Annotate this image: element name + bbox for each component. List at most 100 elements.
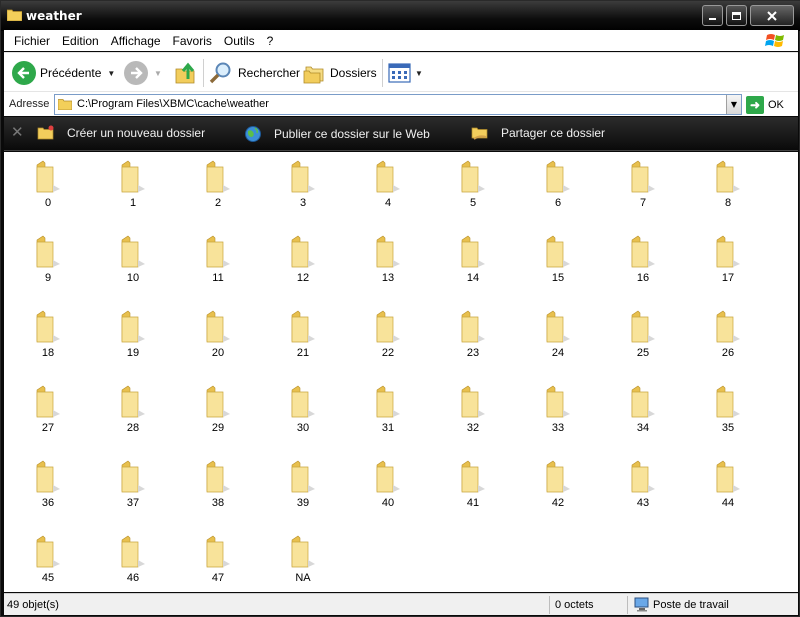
- folder-item[interactable]: 28: [103, 382, 163, 442]
- folder-item[interactable]: 8: [698, 157, 758, 217]
- folder-item[interactable]: 46: [103, 532, 163, 592]
- folder-item[interactable]: 6: [528, 157, 588, 217]
- folder-item[interactable]: 0: [18, 157, 78, 217]
- maximize-button[interactable]: [726, 5, 747, 26]
- folder-item[interactable]: 36: [18, 457, 78, 517]
- menu-affichage[interactable]: Affichage: [107, 34, 169, 48]
- menu-help[interactable]: ?: [263, 34, 282, 48]
- folder-item[interactable]: 25: [613, 307, 673, 367]
- title-bar[interactable]: weather: [1, 1, 800, 31]
- folder-tasks-bar: ✕ Créer un nouveau dossier Publier ce do…: [4, 117, 798, 151]
- folder-item[interactable]: 35: [698, 382, 758, 442]
- close-tasks-icon[interactable]: ✕: [11, 123, 24, 141]
- folder-item[interactable]: 22: [358, 307, 418, 367]
- address-value[interactable]: C:\Program Files\XBMC\cache\weather: [77, 98, 269, 110]
- folder-icon: [36, 235, 60, 268]
- folder-item[interactable]: 43: [613, 457, 673, 517]
- up-folder-button[interactable]: [174, 59, 198, 87]
- folders-button[interactable]: Dossiers: [302, 59, 377, 87]
- address-field[interactable]: C:\Program Files\XBMC\cache\weather ▼: [54, 94, 742, 115]
- folder-item[interactable]: 40: [358, 457, 418, 517]
- folder-item[interactable]: 45: [18, 532, 78, 592]
- folder-item[interactable]: 16: [613, 232, 673, 292]
- menu-fichier[interactable]: Fichier: [10, 34, 58, 48]
- folder-icon: [121, 310, 145, 343]
- close-button[interactable]: [750, 5, 794, 26]
- computer-icon: [634, 597, 649, 612]
- folder-icon: [121, 160, 145, 193]
- folder-label: 20: [211, 347, 225, 359]
- folder-icon: [461, 235, 485, 268]
- views-button[interactable]: ▼: [388, 59, 423, 87]
- folder-item[interactable]: NA: [273, 532, 333, 592]
- folder-item[interactable]: 30: [273, 382, 333, 442]
- folder-item[interactable]: 29: [188, 382, 248, 442]
- folder-item[interactable]: 3: [273, 157, 333, 217]
- folder-item[interactable]: 9: [18, 232, 78, 292]
- folder-item[interactable]: 7: [613, 157, 673, 217]
- folder-icon: [546, 235, 570, 268]
- folder-item[interactable]: 39: [273, 457, 333, 517]
- folder-item[interactable]: 15: [528, 232, 588, 292]
- go-button[interactable]: ➜ OK: [746, 95, 784, 115]
- folder-label: 22: [381, 347, 395, 359]
- folder-item[interactable]: 19: [103, 307, 163, 367]
- folder-icon: [376, 385, 400, 418]
- folder-item[interactable]: 10: [103, 232, 163, 292]
- menu-outils[interactable]: Outils: [220, 34, 263, 48]
- folder-item[interactable]: 27: [18, 382, 78, 442]
- menu-edition[interactable]: Edition: [58, 34, 107, 48]
- folder-icon: [546, 385, 570, 418]
- minimize-button[interactable]: [702, 5, 723, 26]
- folder-label: 26: [721, 347, 735, 359]
- back-arrow-icon: [12, 61, 36, 85]
- folder-item[interactable]: 23: [443, 307, 503, 367]
- views-dropdown-icon[interactable]: ▼: [415, 69, 423, 78]
- folder-item[interactable]: 14: [443, 232, 503, 292]
- folder-item[interactable]: 1: [103, 157, 163, 217]
- folder-item[interactable]: 13: [358, 232, 418, 292]
- back-dropdown-icon[interactable]: ▼: [107, 69, 115, 78]
- forward-button[interactable]: ▼: [124, 59, 162, 87]
- folder-item[interactable]: 4: [358, 157, 418, 217]
- toolbar: Précédente ▼ ▼ Rechercher Dossiers ▼: [4, 52, 798, 91]
- folder-item[interactable]: 12: [273, 232, 333, 292]
- folder-icon: [291, 310, 315, 343]
- folder-item[interactable]: 41: [443, 457, 503, 517]
- folder-item[interactable]: 42: [528, 457, 588, 517]
- publish-task[interactable]: Publier ce dossier sur le Web: [244, 125, 430, 143]
- folder-item[interactable]: 44: [698, 457, 758, 517]
- folder-item[interactable]: 47: [188, 532, 248, 592]
- folder-item[interactable]: 38: [188, 457, 248, 517]
- folder-item[interactable]: 34: [613, 382, 673, 442]
- folder-icon: [58, 99, 72, 110]
- new-folder-task[interactable]: Créer un nouveau dossier: [37, 125, 205, 140]
- folders-label: Dossiers: [330, 66, 377, 80]
- folder-item[interactable]: 31: [358, 382, 418, 442]
- folder-item[interactable]: 20: [188, 307, 248, 367]
- location-label: Poste de travail: [653, 599, 729, 611]
- folders-icon: [303, 66, 324, 84]
- folder-icon: [716, 160, 740, 193]
- folder-item[interactable]: 18: [18, 307, 78, 367]
- share-task[interactable]: Partager ce dossier: [471, 125, 605, 141]
- back-button[interactable]: Précédente ▼: [12, 59, 115, 87]
- folder-item[interactable]: 32: [443, 382, 503, 442]
- folder-icon: [376, 460, 400, 493]
- folder-item[interactable]: 2: [188, 157, 248, 217]
- folder-item[interactable]: 5: [443, 157, 503, 217]
- address-dropdown-icon[interactable]: ▼: [726, 95, 741, 114]
- window-title: weather: [26, 9, 82, 23]
- folder-item[interactable]: 37: [103, 457, 163, 517]
- menu-favoris[interactable]: Favoris: [169, 34, 220, 48]
- folder-content-area[interactable]: 0 1 2 3 4 5 6 7 8 9 10 11 12 13 14 15 16 17 18 19 20 21 22 23 24…: [4, 152, 798, 592]
- folder-item[interactable]: 26: [698, 307, 758, 367]
- forward-dropdown-icon[interactable]: ▼: [154, 69, 162, 78]
- search-button[interactable]: Rechercher: [208, 59, 300, 87]
- folder-item[interactable]: 11: [188, 232, 248, 292]
- folder-item[interactable]: 17: [698, 232, 758, 292]
- folder-item[interactable]: 33: [528, 382, 588, 442]
- folder-item[interactable]: 21: [273, 307, 333, 367]
- folder-icon: [121, 385, 145, 418]
- folder-item[interactable]: 24: [528, 307, 588, 367]
